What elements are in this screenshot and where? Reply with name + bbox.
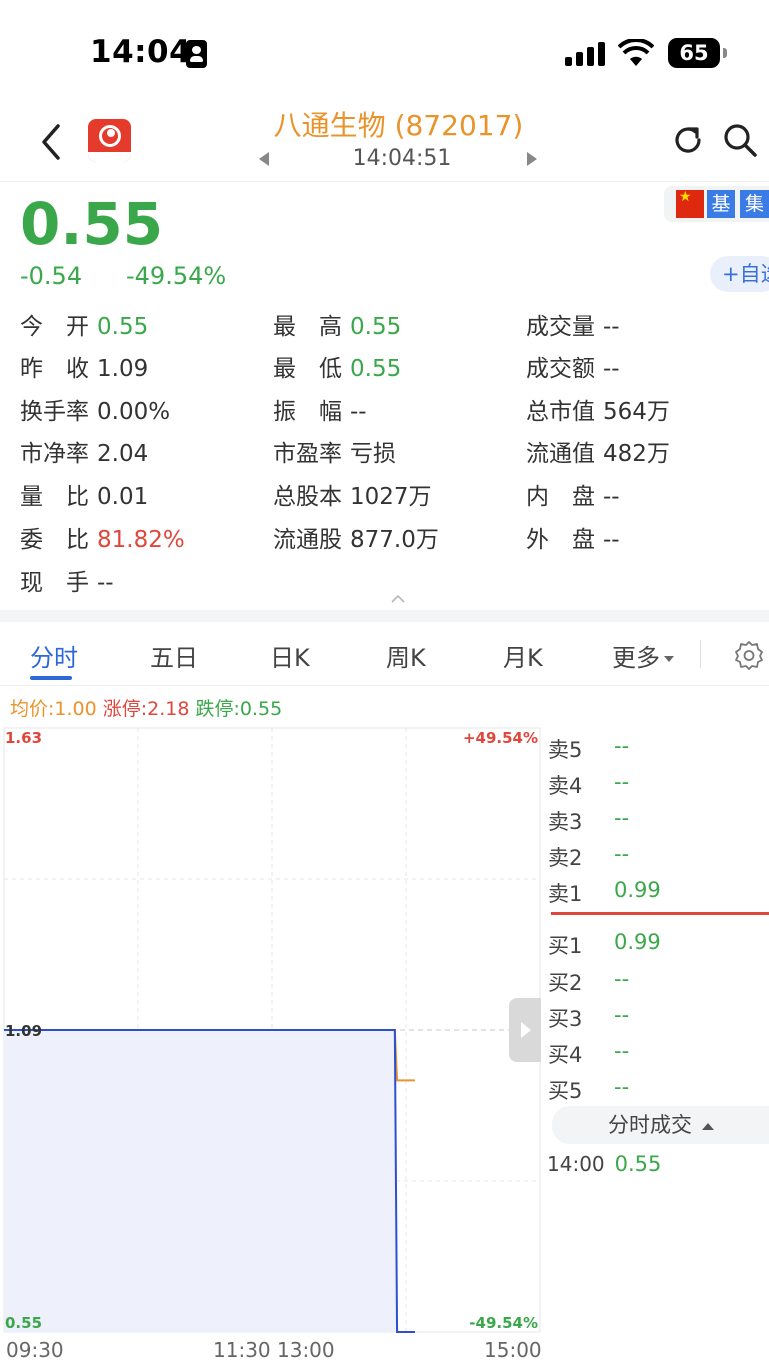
stat-low: 最 低 0.55 [273, 356, 402, 382]
ask-row: 卖3 -- [548, 806, 630, 834]
bid-row: 买2 -- [548, 967, 630, 995]
tab-weekly-k[interactable]: 周K [386, 638, 426, 673]
search-icon[interactable] [722, 122, 758, 158]
chart-tabs: 分时 五日 日K 周K 月K 更多 [0, 622, 769, 686]
bid-row: 买3 -- [548, 1003, 630, 1031]
refresh-icon[interactable] [670, 122, 706, 158]
y-label-low: 0.55 [5, 1314, 42, 1332]
legend-limit-up: 涨停:2.18 [102, 698, 190, 720]
stat-high: 最 高 0.55 [273, 314, 402, 340]
stat-volume: 成交量 -- [526, 314, 620, 340]
legend-avg-price: 均价:1.00 [10, 698, 97, 720]
intraday-chart[interactable]: 1.63 1.09 0.55 +49.54% -49.54% [0, 724, 545, 1339]
section-divider [0, 610, 769, 622]
ask-row: 卖5 -- [548, 734, 630, 762]
tab-monthly-k[interactable]: 月K [503, 638, 543, 673]
stat-bid-ratio: 委 比 81.82% [20, 527, 185, 553]
bid-row: 买5 -- [548, 1075, 630, 1103]
trade-row: 14:00 0.55 [547, 1152, 662, 1176]
status-bar: 14:04 65 [0, 0, 769, 100]
trades-header-button[interactable]: 分时成交 [552, 1106, 769, 1144]
stat-current-hand: 现 手 -- [20, 570, 114, 596]
price-area [4, 1030, 415, 1332]
bid-row: 买4 -- [548, 1039, 630, 1067]
china-flag-icon [676, 189, 704, 218]
cellular-signal-icon [565, 42, 607, 66]
collapse-panel-handle[interactable] [509, 998, 541, 1062]
price-change-pct: -49.54% [126, 262, 227, 290]
tag-fund[interactable]: 基 [707, 190, 735, 218]
tab-daily-k[interactable]: 日K [270, 638, 310, 673]
y-label-high: 1.63 [5, 729, 42, 747]
stat-turnover: 换手率 0.00% [20, 399, 171, 425]
x-tick-label: 11:30 13:00 [213, 1338, 335, 1362]
chevron-up-icon[interactable] [390, 594, 406, 604]
stat-amplitude: 振 幅 -- [273, 399, 367, 425]
stat-total-shares: 总股本 1027万 [273, 484, 432, 510]
ask-row: 卖1 0.99 [548, 878, 661, 906]
add-watchlist-button[interactable]: +自选 [710, 256, 769, 292]
x-tick-label: 15:00 [484, 1338, 542, 1362]
prev-stock-arrow-icon[interactable] [259, 152, 269, 166]
stat-volume-ratio: 量 比 0.01 [20, 484, 149, 510]
legend-limit-down: 跌停:0.55 [195, 698, 283, 720]
stock-title[interactable]: 八通生物 (872017) [0, 104, 769, 144]
ask-row: 卖2 -- [548, 842, 630, 870]
status-time: 14:04 [90, 34, 192, 70]
ask-row: 卖4 -- [548, 770, 630, 798]
contact-card-icon [186, 40, 207, 68]
tab-five-day[interactable]: 五日 [150, 638, 198, 673]
wifi-icon [618, 39, 654, 66]
caret-down-icon [664, 656, 674, 662]
y-label-low-pct: -49.54% [469, 1314, 538, 1332]
tab-separator [700, 640, 701, 668]
chart-legend: 均价:1.00 涨停:2.18 跌停:0.55 [10, 694, 282, 721]
caret-up-icon [702, 1122, 714, 1130]
price-change: -0.54 [20, 262, 83, 290]
spread-divider [551, 912, 769, 915]
stat-outer: 外 盘 -- [526, 527, 620, 553]
quote-timestamp: 14:04:51 [352, 146, 452, 171]
stat-amount: 成交额 -- [526, 356, 620, 382]
y-label-high-pct: +49.54% [463, 729, 538, 747]
tab-intraday[interactable]: 分时 [30, 638, 78, 673]
stock-header: 八通生物 (872017) 14:04:51 [0, 100, 769, 182]
tab-more[interactable]: 更多 [612, 638, 674, 673]
active-tab-indicator [30, 676, 72, 680]
stat-prev-close: 昨 收 1.09 [20, 356, 149, 382]
stat-pe: 市盈率 亏损 [273, 441, 396, 467]
stat-market-cap: 总市值 564万 [526, 399, 670, 425]
stat-open: 今 开 0.55 [20, 314, 149, 340]
tag-group[interactable]: 集 [740, 190, 769, 218]
stat-float-shares: 流通股 877.0万 [273, 527, 439, 553]
bid-row: 买1 0.99 [548, 930, 661, 958]
stat-float-cap: 流通值 482万 [526, 441, 670, 467]
x-tick-label: 09:30 [6, 1338, 64, 1362]
battery-icon: 65 [668, 38, 727, 68]
gear-icon[interactable] [734, 640, 764, 670]
next-stock-arrow-icon[interactable] [527, 152, 537, 166]
stat-pb: 市净率 2.04 [20, 441, 149, 467]
y-label-prev-close: 1.09 [5, 1022, 42, 1040]
stat-inner: 内 盘 -- [526, 484, 620, 510]
last-price: 0.55 [20, 190, 164, 258]
